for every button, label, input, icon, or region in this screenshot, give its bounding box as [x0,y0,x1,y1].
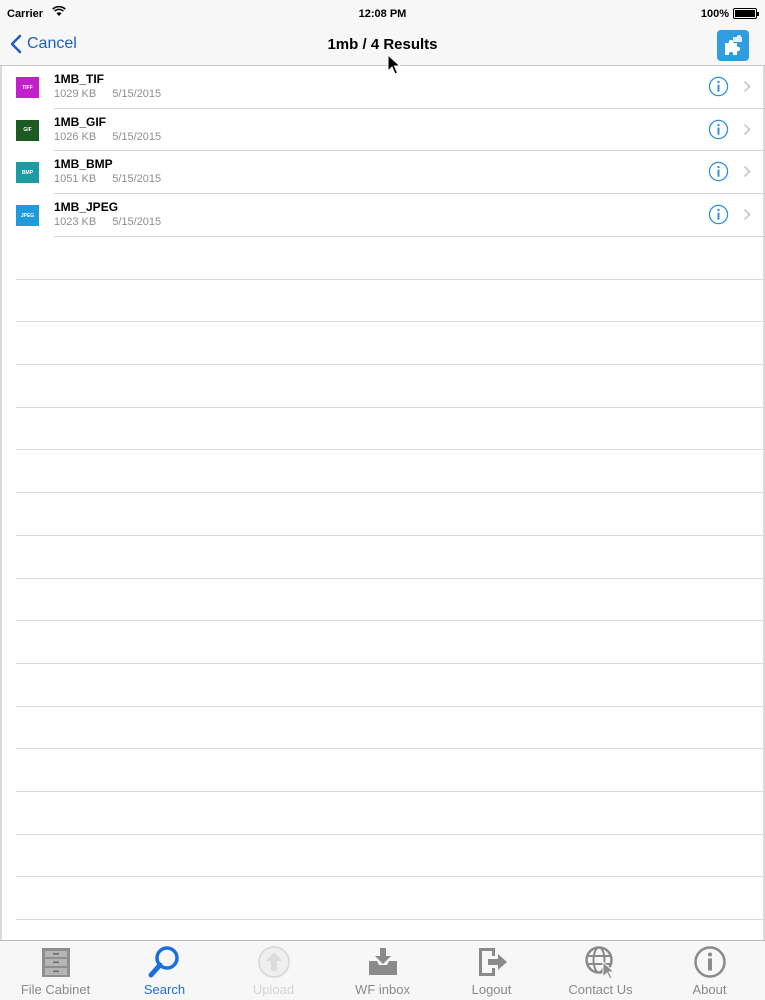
tab-label: WF inbox [355,982,410,997]
jpeg-file-icon: JPEG [16,205,39,227]
chevron-right-icon [743,123,751,135]
file-name: 1MB_TIF [54,72,105,86]
page-title: 1mb / 4 Results [327,36,438,53]
bmp-file-icon: BMP [16,162,39,184]
info-icon[interactable] [708,119,729,140]
tab-file-cabinet[interactable]: File Cabinet [1,941,110,1000]
info-icon [692,945,728,979]
clock: 12:08 PM [358,8,407,20]
tab-upload[interactable]: Upload [219,941,328,1000]
search-icon [147,945,183,979]
file-icon-label: JPEG [20,212,35,219]
empty-list-separators [16,237,765,920]
tiff-file-icon: TIFF [16,77,39,98]
tab-label: Contact Us [568,982,633,997]
file-size: 1029 KB [54,88,97,100]
gif-file-icon: GIF [16,119,39,141]
chevron-right-icon [743,166,751,178]
file-icon-label: BMP [21,169,34,176]
info-icon[interactable] [708,204,729,225]
battery-percent: 100% [700,8,729,20]
file-size: 1026 KB [54,130,97,143]
tab-label: About [692,982,727,997]
file-meta: 1029 KB 5/15/2015 [54,88,161,100]
tab-search[interactable]: Search [110,941,219,1000]
upload-icon [256,945,292,979]
list-item[interactable]: BMP 1MB_BMP 1051 KB 5/15/2015 [16,151,765,195]
file-name: 1MB_GIF [54,114,107,129]
navigation-bar: Cancel 1mb / 4 Results [0,26,765,66]
tab-bar: File Cabinet Search Upload WF inbox Logo… [0,940,765,1000]
puzzle-icon [725,34,742,55]
info-icon[interactable] [708,76,729,97]
tab-about[interactable]: About [655,941,764,1000]
list-item[interactable]: GIF 1MB_GIF 1026 KB 5/15/2015 [16,109,765,152]
tab-label: Logout [471,982,512,997]
results-list: TIFF 1MB_TIF 1029 KB 5/15/2015 GIF 1MB_GI… [0,66,765,237]
tab-logout[interactable]: Logout [437,941,546,1000]
tab-label: Upload [252,982,295,997]
file-cabinet-icon [38,945,74,979]
file-meta: 1026 KB 5/15/2015 [54,131,161,143]
file-icon-label: TIFF [22,84,33,91]
battery-icon [733,8,759,19]
tab-label: Search [143,982,186,997]
tab-wf-inbox[interactable]: WF inbox [328,941,437,1000]
file-date: 5/15/2015 [112,130,162,143]
file-meta: 1023 KB 5/15/2015 [54,216,161,228]
list-item[interactable]: TIFF 1MB_TIF 1029 KB 5/15/2015 [16,66,765,109]
tab-contact-us[interactable]: Contact Us [546,941,655,1000]
info-icon[interactable] [708,161,729,182]
chevron-right-icon [743,208,751,221]
chevron-right-icon [743,80,751,93]
file-date: 5/15/2015 [112,216,162,229]
file-name: 1MB_JPEG [54,200,119,215]
inbox-icon [365,945,401,979]
puzzle-action-button[interactable] [717,30,749,61]
file-meta: 1051 KB 5/15/2015 [54,173,161,185]
file-date: 5/15/2015 [112,88,162,100]
file-date: 5/15/2015 [112,173,162,186]
logout-icon [474,945,510,979]
status-bar: Carrier 12:08 PM 100% [0,0,765,26]
list-item[interactable]: JPEG 1MB_JPEG 1023 KB 5/15/2015 [16,194,765,237]
tab-label: File Cabinet [20,982,91,997]
file-size: 1051 KB [54,173,97,186]
file-icon-label: GIF [23,127,32,134]
file-size: 1023 KB [54,216,97,229]
file-name: 1MB_BMP [54,157,113,172]
globe-icon [583,945,619,979]
